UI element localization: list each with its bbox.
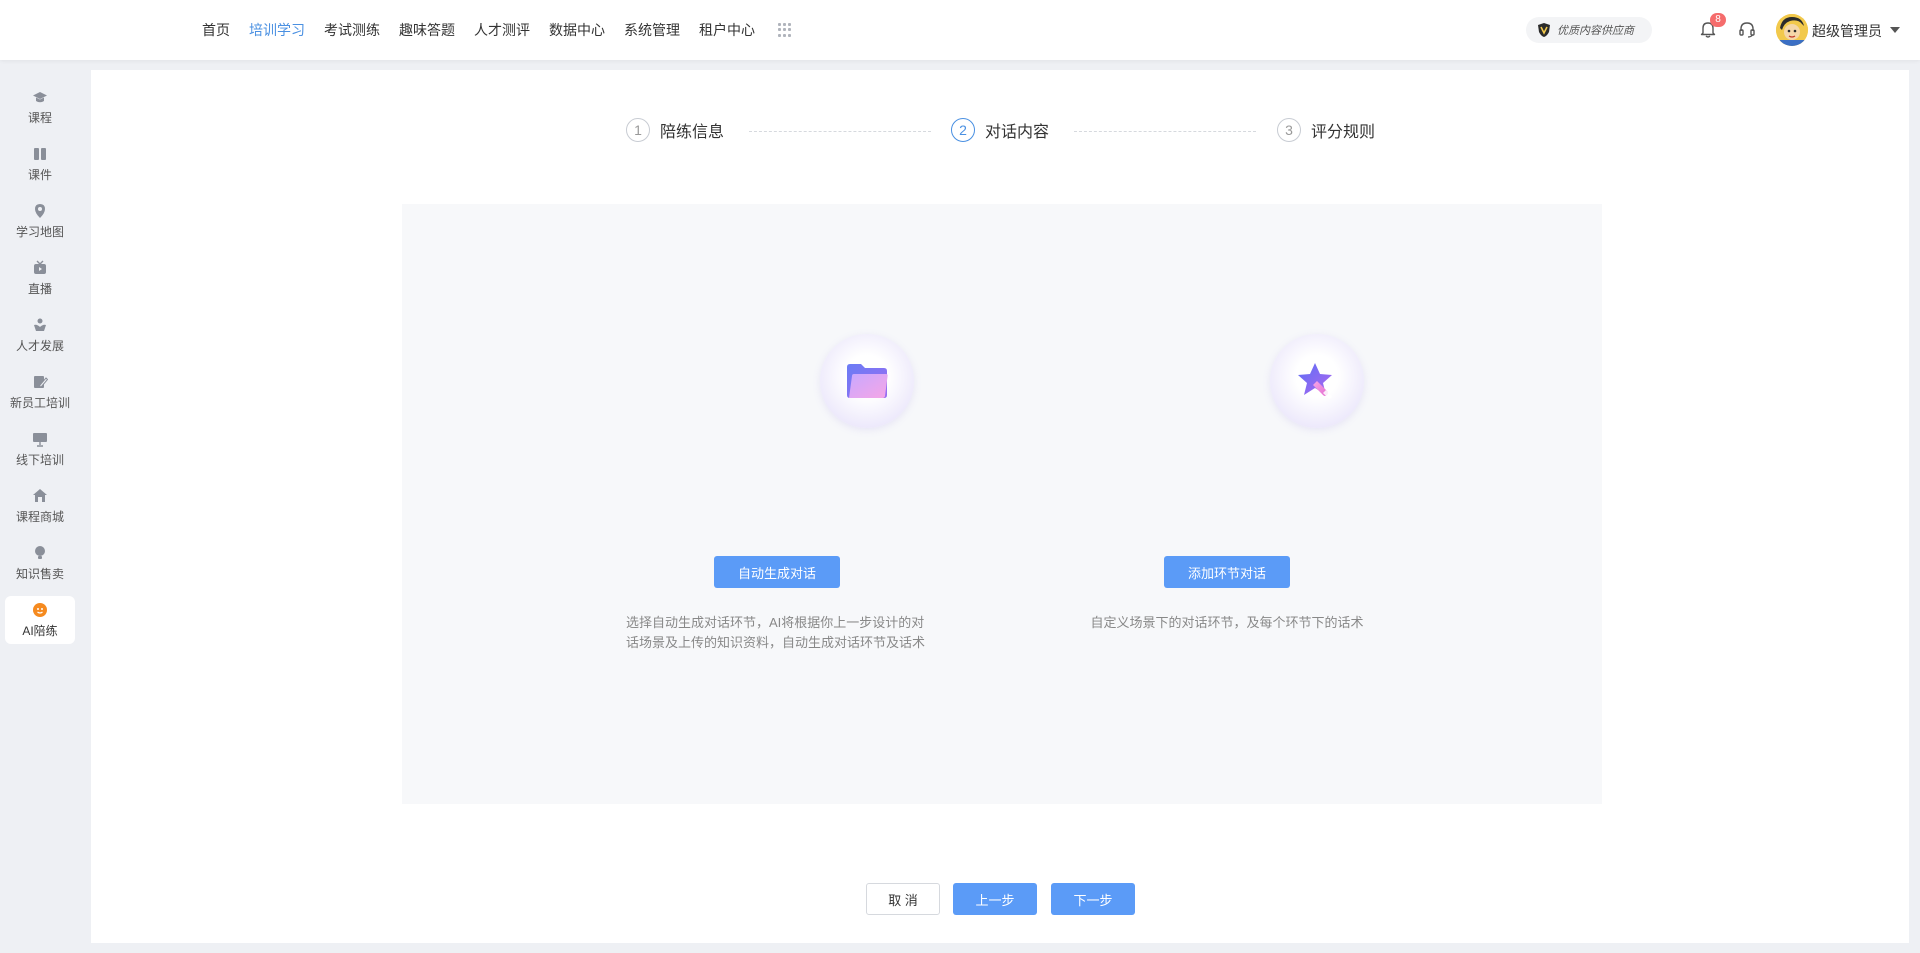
main-content: 1 陪练信息 2 对话内容 3 评分规则 自动生成对话 选择自动生成对话环节，A…: [91, 70, 1909, 943]
step-3: 3 评分规则: [1277, 118, 1375, 142]
step-2: 2 对话内容: [951, 118, 1049, 142]
sidebar-item-ai-coach[interactable]: AI陪练: [5, 596, 75, 644]
step-connector: [1074, 131, 1256, 132]
sidebar-item-live[interactable]: 直播: [5, 254, 75, 302]
folder-icon: [847, 364, 888, 398]
edit-icon: [34, 376, 48, 388]
grid-icon[interactable]: [778, 23, 792, 37]
sidebar-item-talent[interactable]: 人才发展: [5, 311, 75, 359]
vendor-badge[interactable]: 优质内容供应商: [1526, 17, 1652, 43]
nav-item-training[interactable]: 培训学习: [249, 20, 305, 40]
ai-coach-icon: [33, 603, 47, 617]
notification-badge: 8: [1710, 13, 1726, 27]
add-dialogue-stage-description: 自定义场景下的对话环节，及每个环节下的话术: [1090, 615, 1364, 630]
chevron-down-icon[interactable]: [1890, 27, 1900, 33]
step-connector: [749, 131, 931, 132]
avatar[interactable]: [1776, 14, 1808, 46]
sidebar-item-courseware[interactable]: 课件: [5, 140, 75, 188]
star-illustration: [1270, 334, 1364, 428]
avatar-image: [1776, 14, 1808, 46]
sidebar-item-course[interactable]: 课程: [5, 83, 75, 131]
sidebar-item-onboarding[interactable]: 新员工培训: [5, 368, 75, 416]
username[interactable]: 超级管理员: [1812, 21, 1882, 41]
step-number: 3: [1277, 118, 1301, 142]
sidebar-item-learning-map[interactable]: 学习地图: [5, 197, 75, 245]
step-number: 2: [951, 118, 975, 142]
add-dialogue-stage-button[interactable]: 添加环节对话: [1164, 556, 1290, 588]
auto-generate-dialogue-button[interactable]: 自动生成对话: [714, 556, 840, 588]
next-step-button[interactable]: 下一步: [1051, 883, 1135, 915]
nav-item-exam[interactable]: 考试测练: [324, 20, 380, 40]
book-icon: [34, 148, 46, 160]
sidebar-item-store[interactable]: 课程商城: [5, 482, 75, 530]
presentation-icon: [33, 433, 47, 447]
vendor-badge-label: 优质内容供应商: [1557, 25, 1634, 37]
store-icon: [33, 489, 47, 502]
auto-generate-description: 选择自动生成对话环节，AI将根据你上一步设计的对话场景及上传的知识资料，自动生成…: [626, 615, 926, 650]
nav-item-home[interactable]: 首页: [202, 20, 230, 40]
step-title: 对话内容: [985, 124, 1050, 141]
nav-item-quiz[interactable]: 趣味答题: [399, 20, 455, 40]
nav-item-system[interactable]: 系统管理: [624, 20, 680, 40]
step-1: 1 陪练信息: [626, 118, 724, 142]
live-icon: [34, 260, 46, 274]
prev-step-button[interactable]: 上一步: [953, 883, 1037, 915]
nav-item-assessment[interactable]: 人才测评: [474, 20, 530, 40]
nav-item-data-center[interactable]: 数据中心: [549, 20, 605, 40]
magic-star-icon: [1298, 363, 1332, 399]
nav-item-tenant[interactable]: 租户中心: [699, 20, 755, 40]
dialogue-options-panel: 自动生成对话 选择自动生成对话环节，AI将根据你上一步设计的对话场景及上传的知识…: [402, 204, 1602, 804]
sidebar-item-knowledge-sale[interactable]: 知识售卖: [5, 539, 75, 587]
step-title: 评分规则: [1311, 124, 1376, 141]
step-number: 1: [626, 118, 650, 142]
step-title: 陪练信息: [660, 124, 725, 141]
graduation-cap-icon: [33, 92, 47, 103]
top-bar: 首页 培训学习 考试测练 趣味答题 人才测评 数据中心 系统管理 租户中心 优质…: [0, 0, 1920, 60]
cancel-button[interactable]: 取 消: [866, 883, 940, 915]
headset-icon[interactable]: [1737, 19, 1757, 39]
map-pin-icon: [35, 204, 45, 218]
folder-illustration: [820, 334, 914, 428]
sidebar: 课程 课件 学习地图 直播 人才发展 新员工培训 线下培训 课程商城 知识售卖 …: [0, 60, 80, 953]
sidebar-item-offline[interactable]: 线下培训: [5, 425, 75, 473]
talent-icon: [34, 318, 46, 331]
shield-icon: [1538, 23, 1550, 37]
lightbulb-icon: [35, 546, 45, 559]
main-nav: 首页 培训学习 考试测练 趣味答题 人才测评 数据中心 系统管理 租户中心: [202, 0, 792, 60]
